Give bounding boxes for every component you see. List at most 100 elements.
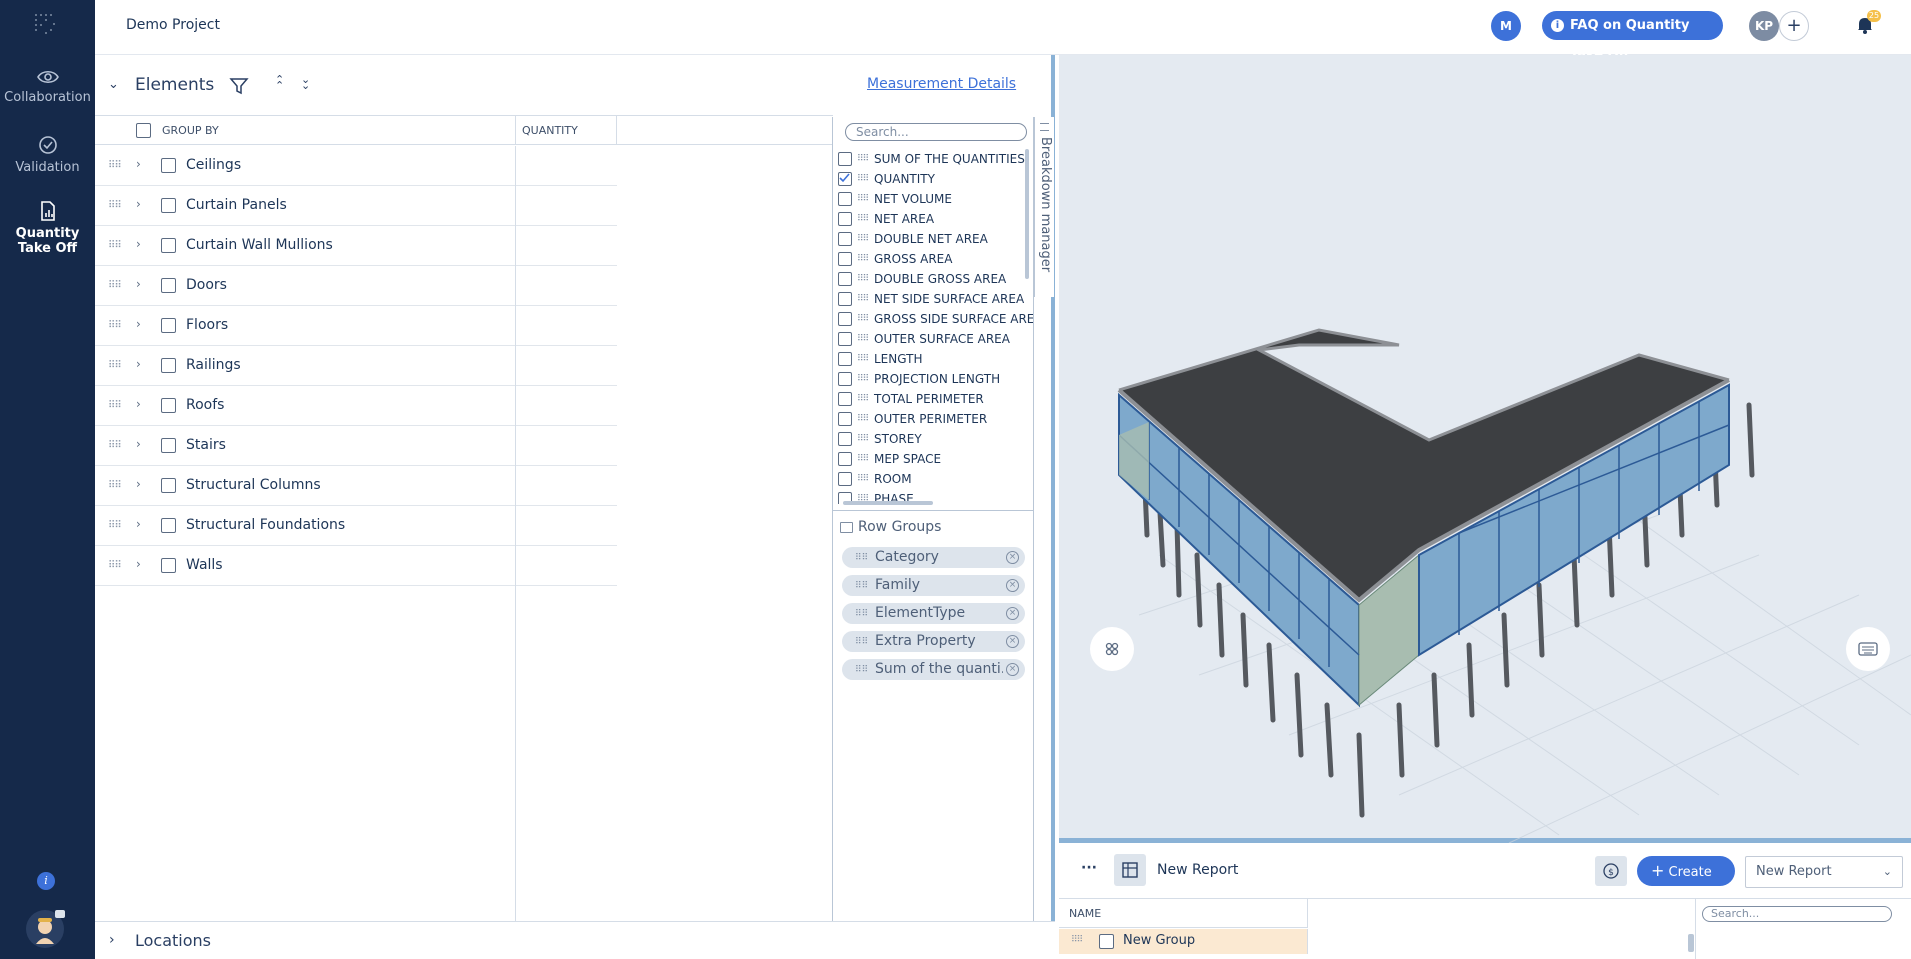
drag-handle-icon[interactable]: ⠿⠿ xyxy=(108,160,122,171)
table-row[interactable]: ⠿⠿ › Walls xyxy=(95,546,617,586)
table-row[interactable]: ⠿⠿ › Curtain Wall Mullions xyxy=(95,226,617,266)
row-checkbox[interactable] xyxy=(161,278,176,293)
drag-handle-icon[interactable]: ⠿⠿ xyxy=(108,360,122,371)
row-group-chip[interactable]: ⠿⠿ Sum of the quanti... × xyxy=(842,659,1025,680)
column-checkbox[interactable] xyxy=(838,152,852,166)
remove-icon[interactable]: × xyxy=(1006,551,1019,564)
remove-icon[interactable]: × xyxy=(1006,607,1019,620)
table-row[interactable]: ⠿⠿ › Roofs xyxy=(95,386,617,426)
drag-handle-icon[interactable]: ⠿⠿ xyxy=(857,389,869,409)
chevron-right-icon[interactable]: › xyxy=(136,237,141,251)
report-search-input[interactable]: Search... xyxy=(1702,906,1892,922)
breakdown-column-item[interactable]: ⠿⠿ ROOM xyxy=(838,469,1033,489)
view-cube-button[interactable] xyxy=(1090,627,1134,671)
drag-handle-icon[interactable]: ⠿⠿ xyxy=(108,320,122,331)
drag-handle-icon[interactable]: ⠿⠿ xyxy=(857,309,869,329)
breakdown-column-item[interactable]: ⠿⠿ LENGTH xyxy=(838,349,1033,369)
remove-icon[interactable]: × xyxy=(1006,663,1019,676)
chevron-right-icon[interactable]: › xyxy=(136,357,141,371)
breakdown-column-item[interactable]: ⠿⠿ DOUBLE GROSS AREA xyxy=(838,269,1033,289)
drag-handle-icon[interactable]: ⠿⠿ xyxy=(108,400,122,411)
row-checkbox[interactable] xyxy=(161,158,176,173)
keyboard-button[interactable] xyxy=(1846,627,1890,671)
chevron-right-icon[interactable]: › xyxy=(136,477,141,491)
avatar-kp[interactable]: KP xyxy=(1749,11,1779,41)
info-icon[interactable]: i xyxy=(37,872,55,890)
chevron-right-icon[interactable]: › xyxy=(136,517,141,531)
table-row[interactable]: ⠿⠿ › Railings xyxy=(95,346,617,386)
drag-handle-icon[interactable]: ⠿⠿ xyxy=(857,469,869,489)
breakdown-column-item[interactable]: ⠿⠿ GROSS AREA xyxy=(838,249,1033,269)
drag-handle-icon[interactable]: ⠿⠿ xyxy=(857,169,869,189)
drag-handle-icon[interactable]: ⠿⠿ xyxy=(108,200,122,211)
group-row[interactable]: ⠿⠿ New Group xyxy=(1059,929,1308,954)
column-checkbox[interactable] xyxy=(838,252,852,266)
row-group-chip[interactable]: ⠿⠿ Extra Property × xyxy=(842,631,1025,652)
drag-handle-icon[interactable]: ⠿⠿ xyxy=(857,209,869,229)
drag-handle-icon[interactable]: ⠿⠿ xyxy=(857,269,869,289)
collapse-all-icon[interactable]: ⌃ ⌃ xyxy=(275,74,284,91)
nav-quantity-take-off[interactable]: Quantity Take Off xyxy=(0,200,95,256)
create-button[interactable]: + Create xyxy=(1637,856,1735,886)
chevron-right-icon[interactable]: › xyxy=(136,197,141,211)
table-row[interactable]: ⠿⠿ › Doors xyxy=(95,266,617,306)
drag-handle-icon[interactable]: ⠿⠿ xyxy=(855,548,868,569)
table-row[interactable]: ⠿⠿ › Structural Columns xyxy=(95,466,617,506)
chevron-right-icon[interactable]: › xyxy=(136,397,141,411)
select-all-checkbox[interactable] xyxy=(136,123,151,138)
model-viewer[interactable] xyxy=(1059,55,1911,844)
drag-handle-icon[interactable]: ⠿⠿ xyxy=(857,149,869,169)
drag-handle-icon[interactable]: ⠿⠿ xyxy=(108,480,122,491)
breakdown-search-input[interactable]: Search... xyxy=(845,123,1027,141)
row-checkbox[interactable] xyxy=(161,238,176,253)
column-checkbox[interactable] xyxy=(838,392,852,406)
measurement-details-link[interactable]: Measurement Details xyxy=(867,76,1016,92)
breakdown-hscrollbar[interactable] xyxy=(843,501,933,505)
drag-handle-icon[interactable]: ⠿⠿ xyxy=(857,409,869,429)
drag-handle-icon[interactable]: ⠿⠿ xyxy=(857,449,869,469)
report-icon[interactable] xyxy=(1114,854,1146,886)
column-checkbox[interactable] xyxy=(838,472,852,486)
breakdown-column-item[interactable]: ⠿⠿ NET SIDE SURFACE AREA xyxy=(838,289,1033,309)
add-member-button[interactable]: + xyxy=(1779,11,1809,41)
filter-icon[interactable] xyxy=(229,76,249,100)
chevron-right-icon[interactable]: › xyxy=(136,437,141,451)
table-row[interactable]: ⠿⠿ › Structural Foundations xyxy=(95,506,617,546)
drag-handle-icon[interactable]: ⠿⠿ xyxy=(857,289,869,309)
column-checkbox[interactable] xyxy=(838,272,852,286)
chevron-right-icon[interactable]: › xyxy=(136,557,141,571)
report-select[interactable]: New Report ⌄ xyxy=(1745,856,1903,888)
chevron-right-icon[interactable]: › xyxy=(109,932,115,948)
breakdown-column-item[interactable]: ⠿⠿ NET VOLUME xyxy=(838,189,1033,209)
chevron-right-icon[interactable]: › xyxy=(136,317,141,331)
report-scrollbar[interactable] xyxy=(1688,934,1694,952)
row-checkbox[interactable] xyxy=(161,558,176,573)
drag-handle-icon[interactable]: ⠿⠿ xyxy=(857,429,869,449)
breakdown-column-item[interactable]: ⠿⠿ MEP SPACE xyxy=(838,449,1033,469)
table-row[interactable]: ⠿⠿ › Stairs xyxy=(95,426,617,466)
column-checkbox[interactable] xyxy=(838,192,852,206)
currency-button[interactable]: $ xyxy=(1595,856,1627,886)
remove-icon[interactable]: × xyxy=(1006,635,1019,648)
column-checkbox[interactable] xyxy=(838,172,852,186)
avatar-m[interactable]: M xyxy=(1491,11,1521,41)
breakdown-column-item[interactable]: ⠿⠿ OUTER PERIMETER xyxy=(838,409,1033,429)
breakdown-column-item[interactable]: ⠿⠿ OUTER SURFACE AREA xyxy=(838,329,1033,349)
row-checkbox[interactable] xyxy=(161,358,176,373)
drag-handle-icon[interactable]: ⠿⠿ xyxy=(855,576,868,597)
drag-handle-icon[interactable]: ⠿⠿ xyxy=(857,329,869,349)
breakdown-manager-tab[interactable]: Breakdown manager xyxy=(1034,117,1054,297)
drag-handle-icon[interactable]: ⠿⠿ xyxy=(855,660,868,681)
row-group-chip[interactable]: ⠿⠿ Category × xyxy=(842,547,1025,568)
table-row[interactable]: ⠿⠿ › Curtain Panels xyxy=(95,186,617,226)
table-row[interactable]: ⠿⠿ › Ceilings xyxy=(95,146,617,186)
name-header[interactable]: NAME xyxy=(1059,899,1308,928)
breakdown-column-item[interactable]: ⠿⠿ PROJECTION LENGTH xyxy=(838,369,1033,389)
column-checkbox[interactable] xyxy=(838,452,852,466)
column-checkbox[interactable] xyxy=(838,292,852,306)
row-checkbox[interactable] xyxy=(161,198,176,213)
chevron-right-icon[interactable]: › xyxy=(136,277,141,291)
drag-handle-icon[interactable]: ⠿⠿ xyxy=(857,369,869,389)
nav-collaboration[interactable]: Collaboration xyxy=(0,68,95,105)
breakdown-column-item[interactable]: ⠿⠿ TOTAL PERIMETER xyxy=(838,389,1033,409)
